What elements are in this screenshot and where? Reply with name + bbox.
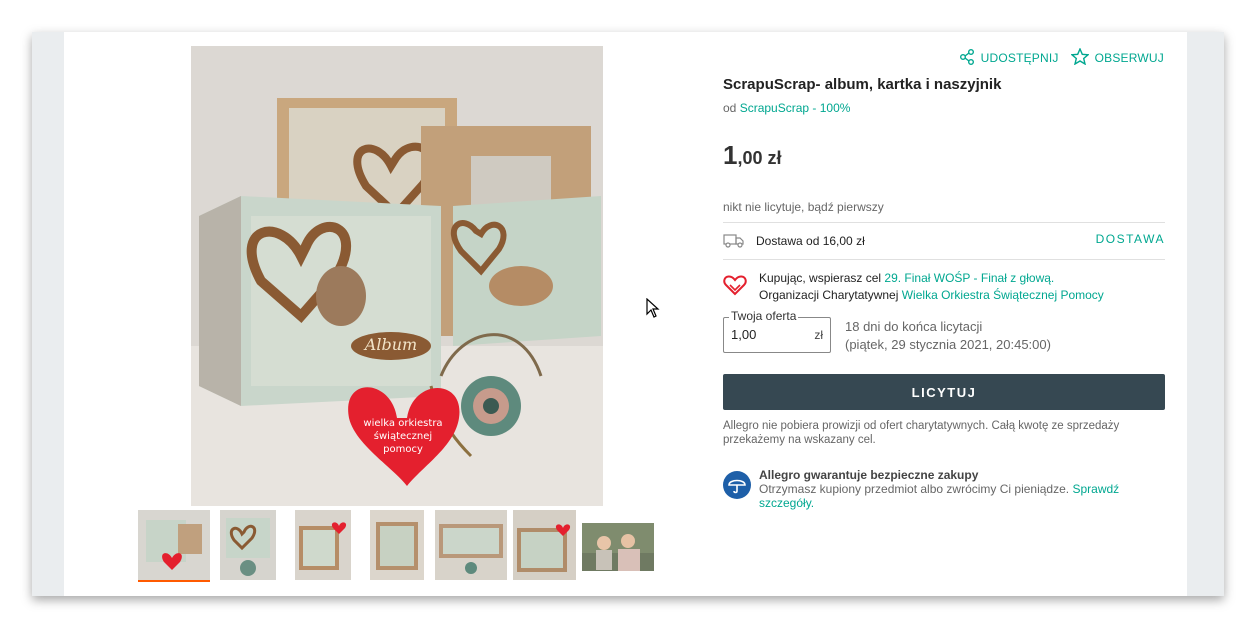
offer-currency: zł [814, 328, 823, 342]
share-button[interactable]: UDOSTĘPNIJ [959, 48, 1059, 68]
wosp-badge-text: wielka orkiestra [363, 418, 442, 429]
svg-text:pomocy: pomocy [383, 444, 423, 455]
thumbnail-2[interactable] [220, 510, 276, 580]
thumbnail-3[interactable] [295, 510, 351, 580]
seller-prefix: od [723, 101, 737, 115]
time-left-days: 18 dni do końca licytacji [845, 319, 983, 334]
thumbnail-4[interactable] [370, 510, 424, 580]
heart-icon [723, 274, 747, 301]
watch-button[interactable]: OBSERWUJ [1069, 47, 1164, 68]
divider [723, 259, 1165, 260]
main-product-photo[interactable]: Album wielka orkiestra świątecznej pomoc… [191, 46, 603, 506]
offer-field: Twoja oferta zł [723, 309, 831, 353]
guarantee-text: Otrzymasz kupiony przedmiot albo zwrócim… [759, 482, 1070, 496]
listing-title: ScrapuScrap- album, kartka i naszyjnik [723, 76, 1002, 93]
share-label: UDOSTĘPNIJ [980, 51, 1059, 65]
charity-org-link[interactable]: Wielka Orkiestra Świątecznej Pomocy [902, 288, 1104, 302]
charity-goal-link[interactable]: 29. Finał WOŚP - Finał z głową. [884, 271, 1054, 285]
offer-input[interactable] [731, 327, 801, 342]
guarantee-title: Allegro gwarantuje bezpieczne zakupy [759, 468, 979, 482]
charity-commission-note: Allegro nie pobiera prowizji od ofert ch… [723, 420, 1120, 446]
time-left-end-date: (piątek, 29 stycznia 2021, 20:45:00) [845, 337, 1051, 352]
delivery-link[interactable]: DOSTAWA [1096, 232, 1165, 246]
seller-link[interactable]: ScrapuScrap - 100% [740, 101, 851, 115]
umbrella-icon [723, 471, 751, 502]
album-lettering: Album [363, 335, 417, 354]
delivery-text: Dostawa od 16,00 zł [756, 234, 865, 248]
offer-legend: Twoja oferta [729, 309, 799, 323]
bid-status: nikt nie licytuje, bądź pierwszy [723, 200, 884, 214]
thumbnail-7[interactable] [582, 523, 654, 571]
share-icon [959, 48, 975, 68]
listing-actions: UDOSTĘPNIJ OBSERWUJ [959, 47, 1164, 68]
watch-label: OBSERWUJ [1094, 51, 1164, 65]
auction-time-left: 18 dni do końca licytacji (piątek, 29 st… [845, 318, 1051, 354]
charity-prefix: Kupując, wspierasz cel [759, 271, 882, 285]
thumbnail-5[interactable] [435, 510, 507, 580]
price: 1,00 zł [723, 140, 782, 171]
thumbnail-1[interactable] [138, 510, 210, 582]
thumbnail-6[interactable] [513, 510, 576, 580]
seller-info: od ScrapuScrap - 100% [723, 101, 850, 115]
bid-button[interactable]: LICYTUJ [723, 374, 1165, 410]
delivery-row: Dostawa od 16,00 zł DOSTAWA [723, 230, 1165, 252]
price-rest: ,00 zł [737, 148, 782, 168]
mouse-cursor-icon [646, 297, 660, 323]
star-icon [1069, 47, 1090, 68]
divider [723, 222, 1165, 223]
charity-org-prefix: Organizacji Charytatywnej [759, 288, 899, 302]
svg-text:świątecznej: świątecznej [374, 430, 432, 442]
truck-icon [723, 232, 745, 251]
price-main: 1 [723, 140, 738, 170]
